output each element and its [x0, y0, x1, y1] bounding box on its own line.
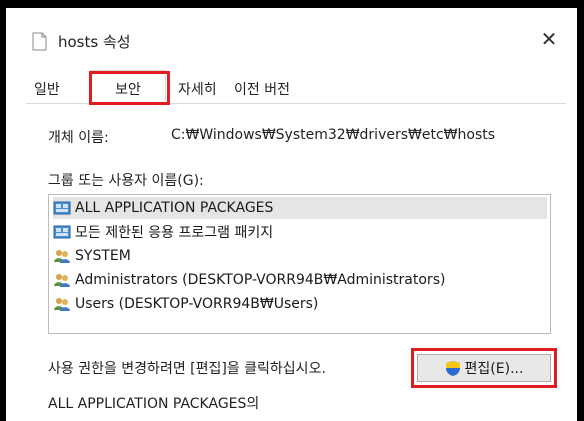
tab-general[interactable]: 일반 [26, 76, 68, 102]
change-permissions-hint: 사용 권한을 변경하려면 [편집]을 클릭하십시오. [48, 361, 326, 377]
edit-button[interactable]: 편집(E)... [417, 354, 551, 382]
list-item-label: Users (DESKTOP-VORR94B₩Users) [75, 296, 319, 312]
list-item-label: Administrators (DESKTOP-VORR94B₩Administ… [75, 272, 446, 288]
user-group-icon [54, 298, 70, 311]
file-icon [32, 32, 47, 51]
app-packages-icon [53, 201, 71, 215]
tab-previous-versions[interactable]: 이전 버전 [226, 76, 298, 102]
list-item-label: ALL APPLICATION PACKAGES [75, 200, 274, 216]
group-user-list[interactable]: ALL APPLICATION PACKAGES 모든 제한된 응용 프로그램 … [48, 194, 551, 334]
tab-security[interactable]: 보안 [90, 70, 166, 104]
list-item[interactable]: SYSTEM [53, 245, 547, 267]
title-bar: hosts 속성 ✕ [6, 8, 577, 60]
object-name-label: 개체 이름: [48, 130, 109, 146]
permissions-for-label: ALL APPLICATION PACKAGES의 [48, 396, 260, 412]
user-group-icon [54, 250, 70, 263]
list-item[interactable]: ALL APPLICATION PACKAGES [53, 197, 547, 219]
app-packages-icon [53, 225, 71, 239]
group-user-names-label: 그룹 또는 사용자 이름(G): [48, 173, 204, 189]
user-group-icon [54, 274, 70, 287]
list-item[interactable]: Administrators (DESKTOP-VORR94B₩Administ… [53, 269, 547, 291]
window-title: hosts 속성 [58, 33, 131, 51]
list-item[interactable]: Users (DESKTOP-VORR94B₩Users) [53, 293, 547, 315]
tab-strip: 일반 보안 자세히 이전 버전 [26, 70, 566, 105]
list-item[interactable]: 모든 제한된 응용 프로그램 패키지 [53, 221, 547, 243]
close-button[interactable]: ✕ [529, 22, 569, 56]
object-name-value: C:₩Windows₩System32₩drivers₩etc₩hosts [171, 127, 496, 143]
tab-details[interactable]: 자세히 [170, 76, 225, 102]
properties-window: hosts 속성 ✕ 일반 보안 자세히 이전 버전 개체 이름: C:₩Win… [6, 8, 577, 421]
list-item-label: SYSTEM [75, 248, 131, 264]
list-item-label: 모든 제한된 응용 프로그램 패키지 [75, 225, 274, 241]
close-icon: ✕ [540, 27, 558, 51]
edit-button-label: 편집(E)... [464, 361, 524, 377]
uac-shield-icon [445, 360, 460, 376]
